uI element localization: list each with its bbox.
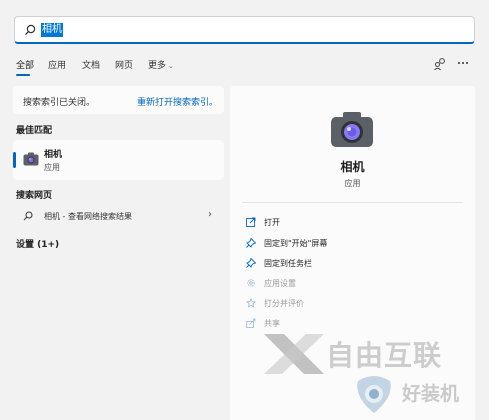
- reenable-index-link[interactable]: 重新打开搜索索引。: [137, 95, 218, 108]
- app-settings-action[interactable]: 应用设置: [246, 277, 446, 291]
- search-index-notice: 搜索索引已关闭。 重新打开搜索索引。: [13, 86, 224, 114]
- account-icon[interactable]: [433, 57, 447, 71]
- open-action[interactable]: 打开: [246, 216, 446, 230]
- filter-tabs: 全部 应用 文档 网页 更多 ⌄: [14, 58, 475, 80]
- tab-all[interactable]: 全部: [16, 58, 34, 71]
- search-icon: [23, 211, 33, 221]
- web-search-result[interactable]: 相机 - 查看网络搜索结果 ›: [13, 206, 224, 228]
- chevron-down-icon: ⌄: [168, 62, 174, 70]
- best-match-type: 应用: [44, 163, 60, 172]
- pin-icon: [246, 238, 256, 248]
- search-web-heading: 搜索网页: [16, 191, 53, 201]
- watermark-logo-icon: [357, 376, 391, 413]
- more-options-icon[interactable]: [456, 57, 470, 71]
- pin-icon: [246, 258, 256, 268]
- camera-icon: [331, 112, 373, 147]
- best-match-item[interactable]: 相机 应用: [13, 140, 224, 180]
- star-icon: [246, 298, 256, 308]
- watermark-x-logo: [264, 334, 324, 374]
- detail-app-type: 应用: [344, 179, 361, 188]
- best-match-heading: 最佳匹配: [16, 126, 53, 136]
- active-tab-indicator: [16, 74, 30, 76]
- tab-more-label: 更多: [148, 61, 167, 71]
- gear-icon: [247, 279, 255, 287]
- share-icon: [246, 318, 256, 328]
- watermark-text-secondary: 好装机: [402, 383, 460, 405]
- watermark-text: 自由互联: [326, 339, 443, 372]
- pin-to-start-action[interactable]: 固定到"开始"屏幕: [246, 237, 446, 251]
- rate-review-action[interactable]: 打分并评价: [246, 297, 446, 311]
- best-match-name: 相机: [44, 150, 63, 160]
- selection-indicator: [13, 152, 16, 168]
- search-query: 相机: [41, 23, 63, 37]
- tab-documents[interactable]: 文档: [82, 58, 100, 71]
- divider: [242, 202, 463, 203]
- settings-heading[interactable]: 设置 (1+): [16, 237, 59, 250]
- tab-apps[interactable]: 应用: [48, 58, 66, 71]
- tab-web[interactable]: 网页: [115, 58, 133, 71]
- detail-app-name: 相机: [340, 160, 365, 174]
- search-icon: [25, 24, 36, 36]
- tab-more[interactable]: 更多 ⌄: [148, 58, 174, 71]
- camera-icon: [23, 152, 39, 166]
- pin-to-taskbar-action[interactable]: 固定到任务栏: [246, 257, 446, 271]
- search-input[interactable]: 相机: [14, 16, 475, 44]
- open-icon: [246, 217, 256, 227]
- notice-text: 搜索索引已关闭。: [23, 98, 96, 108]
- chevron-right-icon: ›: [208, 209, 212, 220]
- web-result-label: 相机 - 查看网络搜索结果: [44, 212, 132, 221]
- share-action[interactable]: 共享: [246, 317, 446, 331]
